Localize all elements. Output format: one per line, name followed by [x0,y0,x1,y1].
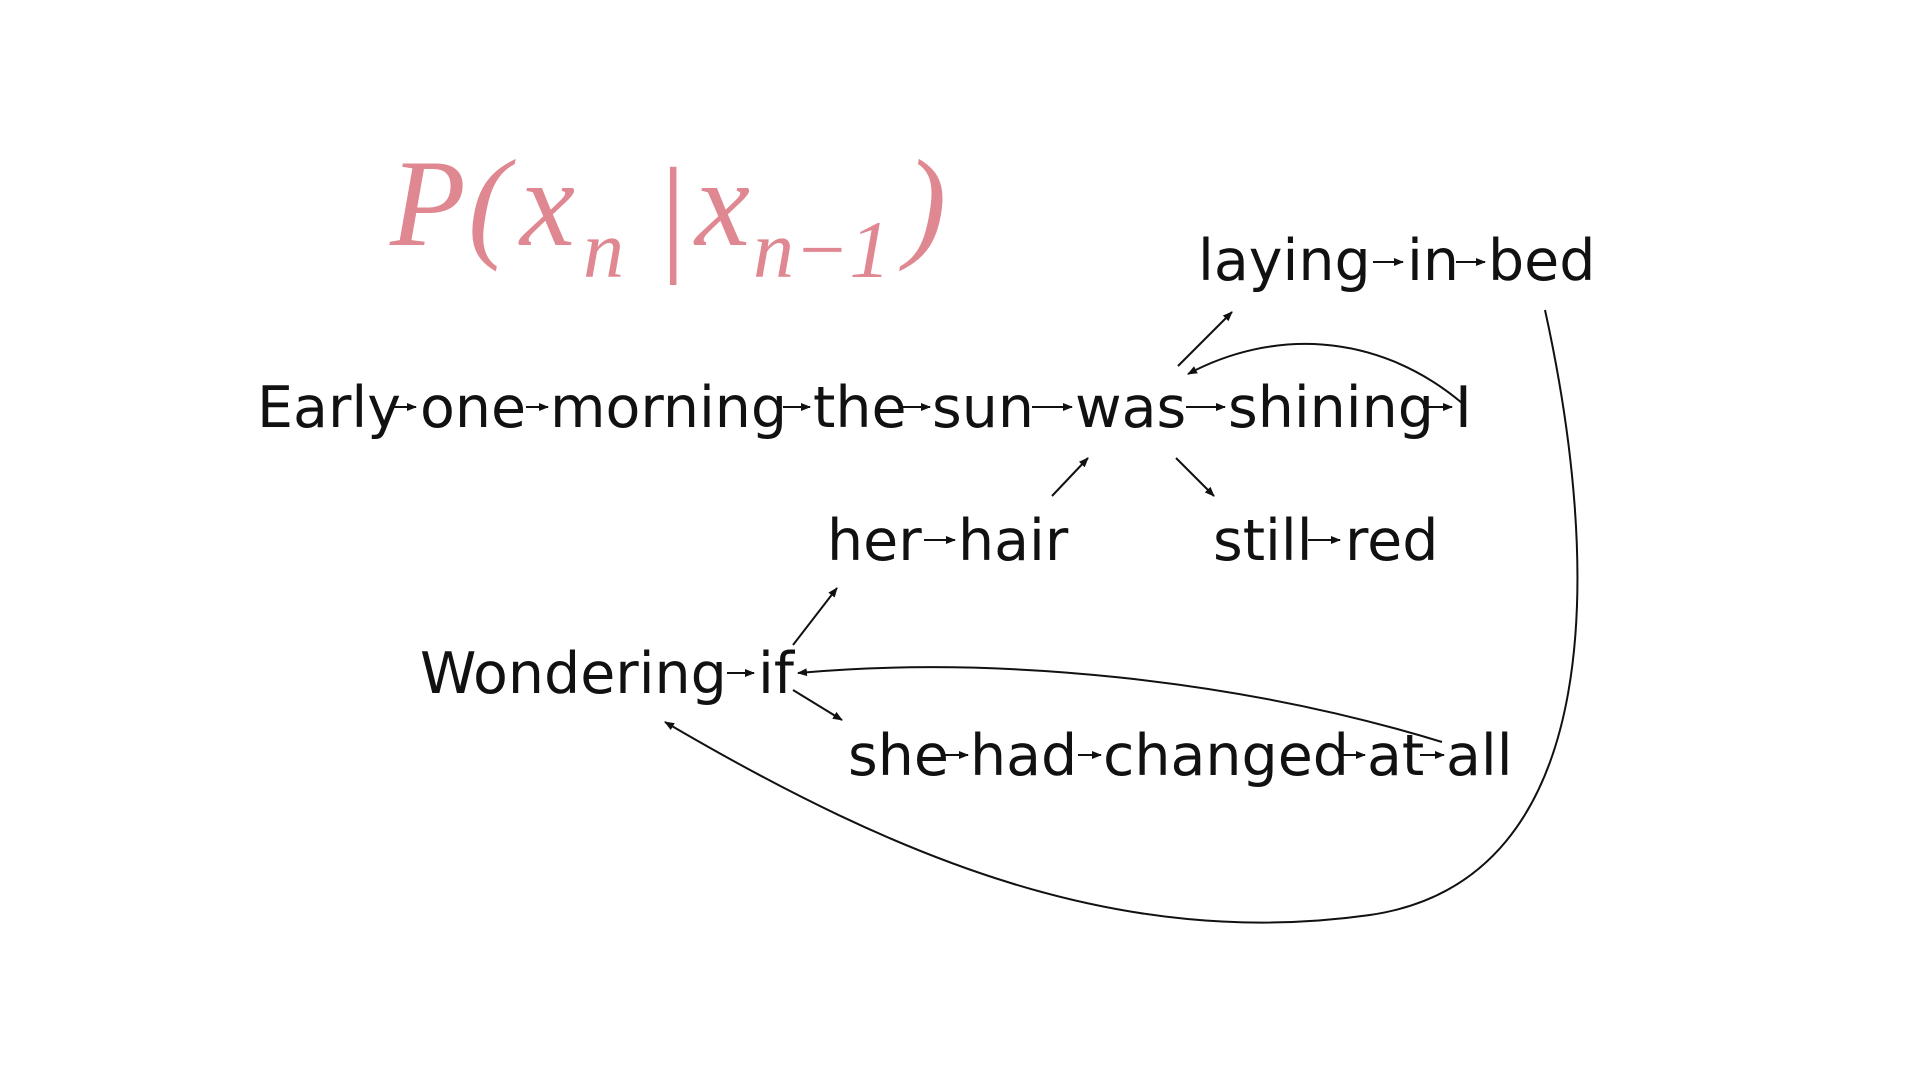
word-the: the [813,375,907,441]
word-early: Early [257,375,401,441]
formula-close-paren: ) [899,135,946,272]
branch-her-hair: her hair [827,457,1089,574]
word-morning: morning [550,375,787,441]
word-had: had [970,723,1077,789]
formula-given-bar: | [653,142,689,286]
word-in: in [1407,228,1459,294]
word-sun: sun [932,375,1034,441]
formula-var-x-prev: x [693,135,750,272]
arrow-hair-was [1051,457,1089,497]
word-hair: hair [958,508,1069,574]
branch-wondering: Wondering if [420,587,843,721]
word-if: if [758,641,796,707]
conditional-probability-formula: P ( x n | x n−1 ) [389,135,946,295]
formula-subscript-n-minus-1: n−1 [753,204,890,295]
formula-var-x: x [518,135,575,272]
formula-open-paren: ( [468,135,516,272]
word-was: was [1075,375,1186,441]
word-at: at [1367,723,1424,789]
word-red: red [1345,508,1438,574]
word-shining: shining [1228,375,1434,441]
branch-she-had-changed: she had changed at all [797,666,1513,789]
word-all: all [1446,723,1513,789]
formula-symbol-p: P [389,135,466,272]
word-wondering: Wondering [420,641,727,707]
arrow-was-still [1175,457,1215,497]
word-bed: bed [1488,228,1595,294]
word-her: her [827,508,922,574]
markov-chain-diagram: P ( x n | x n−1 ) Early one morning the … [257,135,1595,924]
word-changed: changed [1103,723,1349,789]
arrow-if-her [792,587,838,646]
arrow-if-she [792,689,843,721]
word-she: she [848,723,949,789]
formula-subscript-n: n [583,204,624,295]
word-laying: laying [1198,228,1371,294]
main-chain: Early one morning the sun was shining I [257,375,1472,441]
word-i: I [1455,375,1472,441]
branch-still-red: still red [1175,457,1438,574]
word-one: one [420,375,526,441]
word-still: still [1213,508,1313,574]
